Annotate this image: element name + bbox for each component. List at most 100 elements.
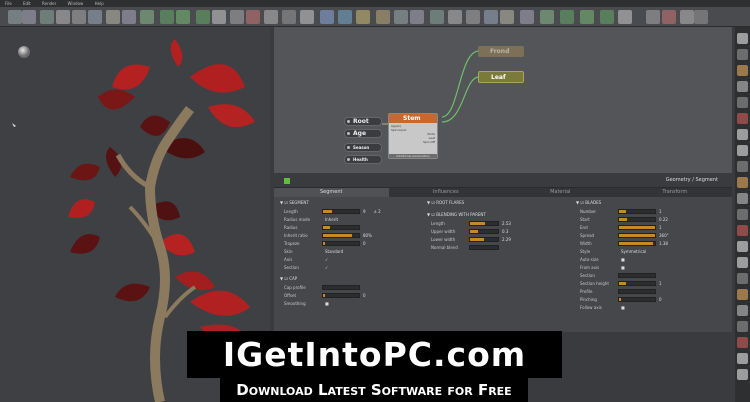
- property-slider[interactable]: [322, 208, 360, 214]
- tab-segment[interactable]: Segment: [274, 188, 389, 197]
- export-icon[interactable]: [338, 10, 352, 24]
- move-icon[interactable]: [140, 10, 154, 24]
- property-value[interactable]: Inherit: [325, 217, 338, 222]
- section-header[interactable]: ▼ ☑ SEGMENT: [280, 199, 422, 207]
- section-header[interactable]: ▼ ☑ CAP: [280, 275, 422, 283]
- node-leaf[interactable]: Leaf: [478, 71, 524, 83]
- scale-icon[interactable]: [176, 10, 190, 24]
- property-value[interactable]: ■: [621, 257, 625, 262]
- side-tool-icon[interactable]: [737, 49, 748, 60]
- property-value[interactable]: 0: [659, 297, 662, 302]
- tab-material[interactable]: Material: [503, 188, 618, 197]
- redo-icon[interactable]: [484, 10, 498, 24]
- lod-icon[interactable]: [320, 10, 334, 24]
- scale-icon[interactable]: [580, 10, 594, 24]
- menu-file[interactable]: File: [5, 1, 12, 6]
- save-icon[interactable]: [430, 10, 444, 24]
- property-slider[interactable]: [618, 232, 656, 238]
- property-value[interactable]: 0.3: [502, 229, 508, 234]
- side-tool-icon[interactable]: [737, 225, 748, 236]
- side-tool-icon[interactable]: [737, 177, 748, 188]
- property-slider[interactable]: [618, 216, 656, 222]
- property-variance[interactable]: ± 2: [374, 209, 381, 214]
- property-value[interactable]: ✓: [325, 265, 328, 270]
- menu-render[interactable]: Render: [42, 1, 56, 6]
- property-slider[interactable]: [322, 240, 360, 246]
- property-slider[interactable]: [322, 224, 360, 230]
- property-slider[interactable]: [322, 284, 360, 290]
- property-value[interactable]: 360°: [659, 233, 669, 238]
- property-value[interactable]: ■: [621, 265, 625, 270]
- property-slider[interactable]: [469, 220, 499, 226]
- open-icon[interactable]: [22, 10, 36, 24]
- brush-icon[interactable]: [376, 10, 390, 24]
- property-value[interactable]: 1.38: [659, 241, 668, 246]
- side-tool-icon[interactable]: [737, 289, 748, 300]
- property-value[interactable]: 0: [363, 293, 366, 298]
- select-icon[interactable]: [600, 10, 614, 24]
- leaf-tool-icon[interactable]: [646, 10, 660, 24]
- cut-icon[interactable]: [106, 10, 120, 24]
- property-value[interactable]: 80%: [363, 233, 372, 238]
- side-tool-icon[interactable]: [737, 257, 748, 268]
- mesh-icon[interactable]: [282, 10, 296, 24]
- menu-edit[interactable]: Edit: [23, 1, 31, 6]
- side-tool-icon[interactable]: [737, 129, 748, 140]
- tab-influences[interactable]: Influences: [389, 188, 504, 197]
- save-as-icon[interactable]: [448, 10, 462, 24]
- property-value[interactable]: 2.29: [502, 237, 511, 242]
- side-tool-icon[interactable]: [737, 33, 748, 44]
- property-value[interactable]: 1: [659, 209, 662, 214]
- side-tool-icon[interactable]: [737, 161, 748, 172]
- save-icon[interactable]: [40, 10, 54, 24]
- side-tool-icon[interactable]: [737, 113, 748, 124]
- node-health[interactable]: Health: [344, 155, 382, 164]
- undo-icon[interactable]: [466, 10, 480, 24]
- menu-help[interactable]: Help: [95, 1, 104, 6]
- property-slider[interactable]: [322, 292, 360, 298]
- move-icon[interactable]: [540, 10, 554, 24]
- grow-icon[interactable]: [212, 10, 226, 24]
- new-icon[interactable]: [8, 10, 22, 24]
- property-slider[interactable]: [469, 244, 499, 250]
- side-tool-icon[interactable]: [737, 321, 748, 332]
- paint-icon[interactable]: [356, 10, 370, 24]
- hand-tool-icon[interactable]: [264, 10, 278, 24]
- side-tool-icon[interactable]: [737, 65, 748, 76]
- side-tool-icon[interactable]: [737, 145, 748, 156]
- property-slider[interactable]: [618, 224, 656, 230]
- property-value[interactable]: Symmetrical: [621, 249, 646, 254]
- property-slider[interactable]: [618, 280, 656, 286]
- property-value[interactable]: 0: [363, 241, 366, 246]
- property-value[interactable]: ✓: [325, 257, 328, 262]
- property-slider[interactable]: [469, 228, 499, 234]
- property-slider[interactable]: [618, 288, 656, 294]
- side-tool-icon[interactable]: [737, 97, 748, 108]
- leaf-tool-icon[interactable]: [230, 10, 244, 24]
- property-slider[interactable]: [322, 232, 360, 238]
- section-header[interactable]: ▼ ☑ ROOT FLARES: [427, 199, 572, 207]
- property-value[interactable]: 9: [363, 209, 366, 214]
- property-slider[interactable]: [618, 240, 656, 246]
- property-value[interactable]: 2.53: [502, 221, 511, 226]
- node-season[interactable]: Season: [344, 143, 382, 152]
- property-slider[interactable]: [469, 236, 499, 242]
- cut-icon[interactable]: [500, 10, 514, 24]
- side-tool-icon[interactable]: [737, 305, 748, 316]
- save-as-icon[interactable]: [56, 10, 70, 24]
- side-tool-icon[interactable]: [737, 353, 748, 364]
- redo-icon[interactable]: [88, 10, 102, 24]
- property-slider[interactable]: [618, 272, 656, 278]
- view-gizmo-icon[interactable]: [18, 46, 30, 58]
- side-tool-icon[interactable]: [737, 209, 748, 220]
- hand-tool-icon[interactable]: [680, 10, 694, 24]
- side-tool-icon[interactable]: [737, 337, 748, 348]
- rotate-icon[interactable]: [160, 10, 174, 24]
- property-slider[interactable]: [618, 296, 656, 302]
- grow-icon[interactable]: [618, 10, 632, 24]
- frond-icon[interactable]: [662, 10, 676, 24]
- property-slider[interactable]: [618, 208, 656, 214]
- node-stem[interactable]: Stem Age(1) Spin Input Ports Leaf Spin O…: [388, 113, 438, 159]
- property-value[interactable]: ■: [325, 301, 329, 306]
- side-tool-icon[interactable]: [737, 81, 748, 92]
